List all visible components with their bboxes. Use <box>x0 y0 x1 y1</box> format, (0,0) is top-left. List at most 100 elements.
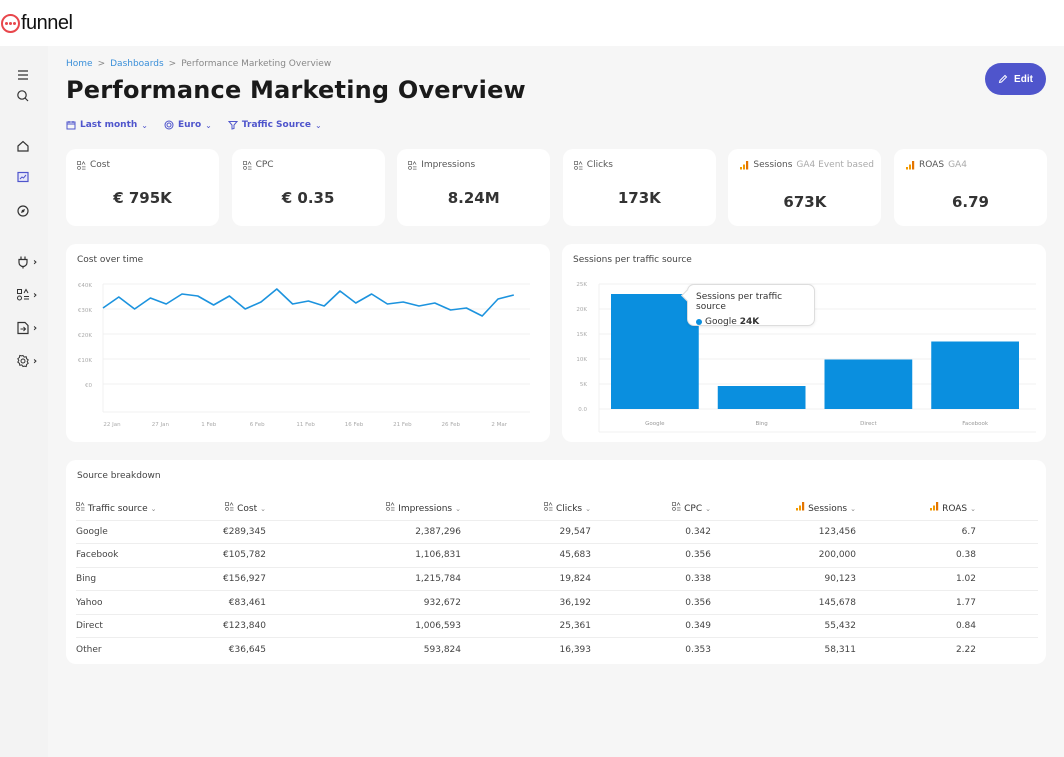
data-point[interactable] <box>431 299 439 307</box>
kpi-value: € 795K <box>113 189 172 207</box>
home-icon[interactable] <box>16 137 44 155</box>
row-spacer <box>976 637 1038 662</box>
kpi-label-text: Clicks <box>586 160 613 170</box>
bar-bing[interactable] <box>717 386 806 409</box>
kpi-card-cost[interactable]: Cost € 795K <box>66 149 219 226</box>
y-tick-label: €20K <box>78 333 92 339</box>
data-point[interactable] <box>273 285 281 293</box>
data-point[interactable] <box>415 302 423 310</box>
sort-chevron-icon: ⌄ <box>455 504 461 513</box>
data-point[interactable] <box>399 298 407 306</box>
kpi-card-cpc[interactable]: CPC € 0.35 <box>231 149 385 226</box>
kpi-card-clicks[interactable]: Clicks 173K <box>562 149 716 226</box>
data-point[interactable] <box>462 304 470 312</box>
table-row[interactable]: Facebook €105,782 1,106,831 45,683 0.356 200,… <box>76 543 1038 568</box>
table-row[interactable]: Bing €156,927 1,215,784 19,824 0.338 90,123 1.… <box>76 566 1038 591</box>
data-point[interactable] <box>478 312 486 320</box>
bar-google[interactable] <box>611 294 699 409</box>
data-point[interactable] <box>447 306 455 314</box>
data-point[interactable] <box>115 293 123 301</box>
table-row[interactable]: Other €36,645 593,824 16,393 0.353 58,311 2.22 <box>76 637 1038 662</box>
x-tick-label: Bing <box>755 421 767 427</box>
data-point[interactable] <box>336 287 344 295</box>
data-point[interactable] <box>131 305 139 313</box>
data-point[interactable] <box>241 305 249 313</box>
funnel-field-icon <box>225 501 234 511</box>
column-header-sessions[interactable]: Sessions ⌄ <box>711 496 856 520</box>
data-point[interactable] <box>383 300 391 308</box>
series-dot-icon <box>696 319 702 325</box>
breadcrumb-home[interactable]: Home <box>66 59 93 69</box>
kpi-card-sessions[interactable]: Sessions GA4 Event based 673K <box>728 149 882 226</box>
fields-icon <box>17 288 29 301</box>
column-header-roas[interactable]: ROAS ⌄ <box>856 496 976 520</box>
data-point[interactable] <box>368 290 376 298</box>
kpi-value: 6.79 <box>951 193 989 211</box>
data-point[interactable] <box>146 294 154 302</box>
kpi-label: Cost <box>77 160 114 170</box>
traffic-source-filter[interactable]: Traffic Source ⌄ <box>227 120 322 130</box>
funnel-field-icon <box>386 501 395 511</box>
table-row[interactable]: Yahoo €83,461 932,672 36,192 0.356 145,678 1.7… <box>76 590 1038 615</box>
column-header-clicks[interactable]: Clicks ⌄ <box>461 496 591 520</box>
column-header-cost[interactable]: Cost ⌄ <box>186 496 266 520</box>
x-tick-label: 21 Feb <box>393 422 412 428</box>
funnel-logo[interactable]: funnel <box>1 12 73 35</box>
column-header-impressions[interactable]: Impressions ⌄ <box>266 496 461 520</box>
data-point[interactable] <box>289 300 297 308</box>
data-point[interactable] <box>194 292 202 300</box>
x-tick-label: 27 Jan <box>152 422 170 428</box>
connectors-menu[interactable]: › <box>16 253 44 271</box>
date-filter[interactable]: Last month ⌄ <box>66 120 148 130</box>
pencil-icon <box>998 74 1008 84</box>
hamburger-icon[interactable] <box>16 66 44 84</box>
table-cell: 25,361 <box>461 613 591 638</box>
x-tick-label: 11 Feb <box>296 422 315 428</box>
kpi-card-roas[interactable]: ROAS GA4 6.79 <box>894 149 1047 226</box>
currency-filter-label: Euro <box>177 120 202 130</box>
export-menu[interactable]: › <box>16 319 44 337</box>
data-point[interactable] <box>99 304 107 312</box>
dashboard-chart-icon[interactable] <box>16 168 44 186</box>
compass-icon[interactable] <box>16 202 44 220</box>
chevron-right-icon: › <box>33 322 38 334</box>
y-tick-label: 10K <box>576 357 587 363</box>
tooltip-value: 24K <box>739 317 760 327</box>
bar-direct[interactable] <box>824 359 913 410</box>
export-icon <box>17 321 29 335</box>
data-point[interactable] <box>510 291 518 299</box>
data-point[interactable] <box>494 295 502 303</box>
data-point[interactable] <box>320 302 328 310</box>
breadcrumb-dashboards[interactable]: Dashboards <box>110 59 164 69</box>
y-tick-label: €0 <box>85 383 92 389</box>
column-header-cpc[interactable]: CPC ⌄ <box>591 496 711 520</box>
edit-button[interactable]: Edit <box>985 63 1046 95</box>
data-point[interactable] <box>225 292 233 300</box>
data-point[interactable] <box>257 298 265 306</box>
data-point[interactable] <box>210 301 218 309</box>
column-header-traffic-source[interactable]: Traffic source ⌄ <box>76 496 186 520</box>
data-point[interactable] <box>178 290 186 298</box>
kpi-card-impressions[interactable]: Impressions 8.24M <box>397 149 551 226</box>
table-cell: 593,824 <box>266 637 461 662</box>
gear-icon <box>17 354 29 368</box>
sidebar: › › › › <box>0 46 48 757</box>
column-header-label: CPC <box>684 503 703 514</box>
table-row[interactable]: Direct €123,840 1,006,593 25,361 0.349 55,432… <box>76 613 1038 638</box>
table-row[interactable]: Google €289,345 2,387,296 29,547 0.342 123,45… <box>76 519 1038 544</box>
sort-chevron-icon: ⌄ <box>260 504 266 513</box>
main-content: Home > Dashboards > Performance Marketin… <box>48 46 1064 757</box>
search-icon[interactable] <box>16 87 44 105</box>
fields-menu[interactable]: › <box>16 286 44 304</box>
column-header-label: Clicks <box>555 503 583 514</box>
data-point[interactable] <box>162 300 170 308</box>
top-bar: funnel <box>0 0 1064 46</box>
bar-facebook[interactable] <box>931 341 1019 410</box>
data-point[interactable] <box>304 297 312 305</box>
settings-menu[interactable]: › <box>16 352 44 370</box>
google-analytics-icon <box>796 502 805 511</box>
chevron-right-icon: › <box>33 355 38 367</box>
data-point[interactable] <box>352 299 360 307</box>
x-tick-label: 6 Feb <box>250 422 265 428</box>
currency-filter[interactable]: Euro ⌄ <box>164 120 212 130</box>
